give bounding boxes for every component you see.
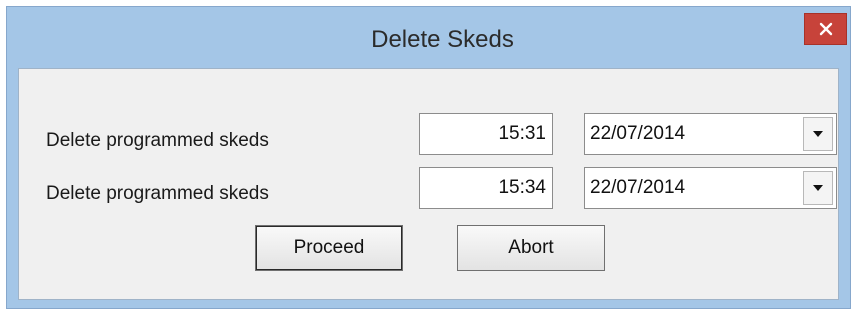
start-date-dropdown[interactable]: 22/07/2014 — [584, 113, 837, 155]
close-button[interactable] — [804, 13, 847, 45]
end-date-value: 22/07/2014 — [590, 177, 686, 198]
start-date-value: 22/07/2014 — [590, 123, 686, 144]
proceed-button[interactable]: Proceed — [255, 225, 403, 271]
dialog-window: Delete Skeds Delete programmed skeds 22/… — [6, 6, 851, 309]
start-date-dropdown-arrow[interactable] — [803, 117, 833, 151]
close-icon — [819, 22, 832, 36]
start-time-field[interactable] — [419, 113, 553, 155]
window-title: Delete Skeds — [371, 26, 514, 53]
end-date-dropdown-arrow[interactable] — [803, 171, 833, 205]
chevron-down-icon — [813, 131, 823, 137]
row-1-label: Delete programmed skeds — [46, 130, 269, 151]
row-2-label: Delete programmed skeds — [46, 183, 269, 204]
dialog-body: Delete programmed skeds 22/07/2014 Delet… — [18, 68, 839, 300]
end-date-dropdown[interactable]: 22/07/2014 — [584, 167, 837, 209]
end-time-field[interactable] — [419, 167, 553, 209]
abort-button[interactable]: Abort — [457, 225, 605, 271]
chevron-down-icon — [813, 185, 823, 191]
